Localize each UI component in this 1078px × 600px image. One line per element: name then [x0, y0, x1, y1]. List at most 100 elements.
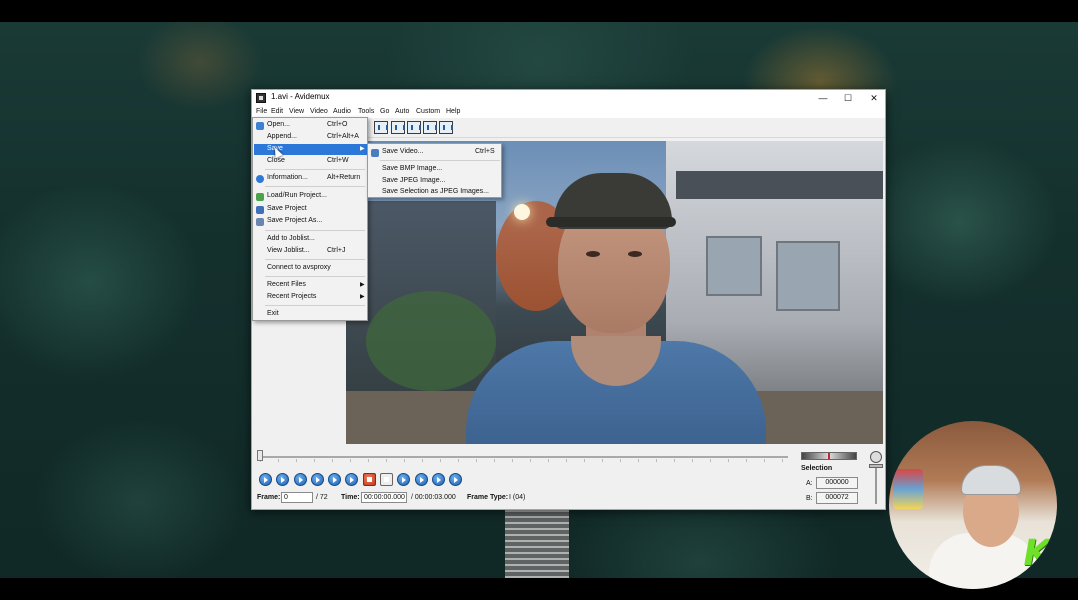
submenu-arrow-icon: ▶ — [360, 294, 365, 300]
menu-item-exit[interactable]: Exit — [254, 309, 367, 320]
submenu-item-save-jpeg[interactable]: Save JPEG Image... — [369, 176, 501, 187]
timeline-handle[interactable] — [257, 450, 263, 461]
next-black-frame-icon[interactable] — [415, 473, 428, 486]
frame-total: / 72 — [316, 494, 328, 501]
file-menu: Open... Ctrl+O Append... Ctrl+Alt+A Save ▶ … — [252, 117, 368, 321]
menu-go[interactable]: Go — [380, 108, 389, 115]
previous-black-frame-icon[interactable] — [397, 473, 410, 486]
marker-a-button[interactable]: 000000 — [816, 477, 858, 489]
marker-b-label: B: — [806, 495, 813, 502]
menu-separator — [265, 169, 365, 170]
time-label: Time: — [341, 494, 360, 501]
time-input[interactable]: 00:00:00.000 — [361, 492, 407, 503]
menu-item-connect-avsproxy[interactable]: Connect to avsproxy — [254, 263, 367, 274]
selection-title: Selection — [801, 465, 833, 472]
menu-item-save-project-as[interactable]: Save Project As... — [254, 216, 367, 227]
next-keyframe-icon[interactable] — [328, 473, 341, 486]
menu-tools[interactable]: Tools — [358, 108, 374, 115]
info-icon — [256, 175, 264, 183]
menu-view[interactable]: View — [289, 108, 304, 115]
previous-keyframe-icon[interactable] — [311, 473, 324, 486]
webcam-person-cap — [961, 465, 1021, 495]
timeline-ticks — [260, 459, 788, 462]
menu-separator — [380, 160, 500, 161]
set-marker-b-icon[interactable] — [380, 473, 393, 486]
menu-item-close[interactable]: Close Ctrl+W — [254, 156, 367, 167]
menu-edit[interactable]: Edit — [271, 108, 283, 115]
menu-item-load-run-project[interactable]: Load/Run Project... — [254, 191, 367, 202]
background-stairs — [505, 505, 569, 578]
video-roof — [676, 171, 883, 199]
menu-item-open[interactable]: Open... Ctrl+O — [254, 120, 367, 131]
webcam-background-lights — [893, 469, 923, 509]
screen: 1.avi - Avidemux — ☐ ✕ File Edit View Vi… — [0, 0, 1078, 600]
menu-file[interactable]: File — [256, 108, 267, 115]
menu-video[interactable]: Video — [310, 108, 328, 115]
save-project-as-icon — [256, 218, 264, 226]
submenu-item-save-video[interactable]: Save Video... Ctrl+S — [369, 147, 501, 158]
rewind-icon[interactable] — [345, 473, 358, 486]
submenu-arrow-icon: ▶ — [360, 146, 365, 152]
previous-frame-icon[interactable] — [276, 473, 289, 486]
menu-separator — [265, 259, 365, 260]
video-person-eye — [586, 251, 600, 257]
menu-separator — [265, 186, 365, 187]
set-marker-a-icon[interactable] — [363, 473, 376, 486]
video-person-cap-brim — [546, 217, 676, 227]
save-project-icon — [256, 206, 264, 214]
go-to-first-frame-icon[interactable] — [432, 473, 445, 486]
menu-audio[interactable]: Audio — [333, 108, 351, 115]
open-icon — [256, 122, 264, 130]
toolbar-button-5[interactable] — [439, 121, 453, 134]
menu-item-recent-projects[interactable]: Recent Projects ▶ — [254, 292, 367, 303]
video-green-tree — [366, 291, 496, 391]
submenu-item-save-selection-jpeg[interactable]: Save Selection as JPEG Images... — [369, 187, 501, 198]
menu-item-append[interactable]: Append... Ctrl+Alt+A — [254, 132, 367, 143]
menu-item-recent-files[interactable]: Recent Files ▶ — [254, 280, 367, 291]
menu-separator — [265, 230, 365, 231]
marker-b-button[interactable]: 000072 — [816, 492, 858, 504]
webcam-overlay: K — [889, 421, 1057, 589]
frame-type-value: I (04) — [509, 494, 526, 501]
toolbar-button-2[interactable] — [391, 121, 405, 134]
volume-icon[interactable] — [870, 451, 882, 463]
toolbar-button-1[interactable] — [374, 121, 388, 134]
video-window — [776, 241, 840, 311]
time-total: / 00:00:03.000 — [411, 494, 456, 501]
frame-input[interactable]: 0 — [281, 492, 313, 503]
menu-item-add-to-joblist[interactable]: Add to Joblist... — [254, 234, 367, 245]
avidemux-app-icon — [256, 93, 266, 103]
video-person-eye — [628, 251, 642, 257]
menu-item-information[interactable]: Information... Alt+Return — [254, 173, 367, 184]
menu-auto[interactable]: Auto — [395, 108, 409, 115]
menu-item-view-joblist[interactable]: View Joblist... Ctrl+J — [254, 246, 367, 257]
video-street-light — [514, 204, 530, 220]
menu-separator — [265, 276, 365, 277]
submenu-item-save-bmp[interactable]: Save BMP Image... — [369, 164, 501, 175]
play-icon[interactable] — [259, 473, 272, 486]
frame-type-label: Frame Type: — [467, 494, 509, 501]
menu-separator — [265, 305, 365, 306]
marker-a-label: A: — [806, 480, 813, 487]
timeline-slider[interactable] — [260, 456, 788, 458]
video-window — [706, 236, 762, 296]
volume-handle[interactable] — [869, 464, 883, 468]
project-icon — [256, 193, 264, 201]
menu-custom[interactable]: Custom — [416, 108, 440, 115]
minimize-button[interactable]: — — [811, 91, 835, 105]
menu-item-save-project[interactable]: Save Project — [254, 204, 367, 215]
volume-slider[interactable] — [875, 468, 877, 504]
save-video-icon — [371, 149, 379, 157]
maximize-button[interactable]: ☐ — [836, 91, 860, 105]
menu-help[interactable]: Help — [446, 108, 460, 115]
close-button[interactable]: ✕ — [862, 91, 886, 105]
toolbar-button-4[interactable] — [423, 121, 437, 134]
save-submenu: Save Video... Ctrl+S Save BMP Image... Sa… — [367, 143, 502, 198]
next-frame-icon[interactable] — [294, 473, 307, 486]
toolbar-button-3[interactable] — [407, 121, 421, 134]
submenu-arrow-icon: ▶ — [360, 282, 365, 288]
go-to-last-frame-icon[interactable] — [449, 473, 462, 486]
selection-meter — [801, 452, 857, 460]
window-title: 1.avi - Avidemux — [271, 92, 330, 101]
title-bar[interactable]: 1.avi - Avidemux — ☐ ✕ — [252, 90, 885, 106]
